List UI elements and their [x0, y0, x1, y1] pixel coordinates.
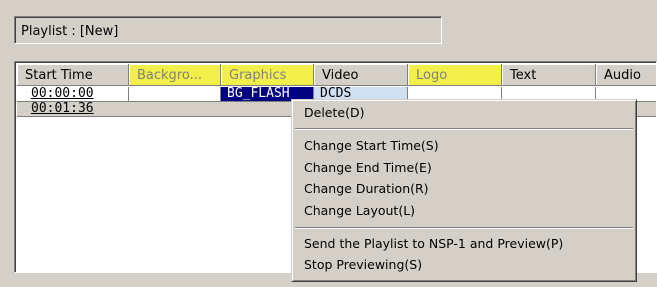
- column-header-text[interactable]: Text: [502, 64, 596, 86]
- menu-item-change-duration[interactable]: Change Duration(R): [304, 180, 429, 198]
- column-header-background[interactable]: Backgro...: [129, 64, 221, 86]
- menu-separator: [295, 227, 633, 229]
- menu-item-change-layout[interactable]: Change Layout(L): [304, 202, 415, 220]
- menu-item-change-end-time[interactable]: Change End Time(E): [304, 159, 432, 177]
- context-menu: Delete(D) Change Start Time(S) Change En…: [291, 99, 637, 282]
- column-header-audio[interactable]: Audio: [596, 64, 656, 86]
- cell-start-time[interactable]: 00:00:00: [17, 87, 129, 102]
- column-header-start-time[interactable]: Start Time: [17, 64, 129, 86]
- playlist-title: Playlist : [New]: [14, 16, 442, 44]
- menu-item-stop-previewing[interactable]: Stop Previewing(S): [304, 256, 422, 274]
- column-header-video[interactable]: Video: [314, 64, 408, 86]
- menu-item-change-start-time[interactable]: Change Start Time(S): [304, 137, 439, 155]
- menu-item-delete[interactable]: Delete(D): [304, 104, 364, 122]
- column-header-logo[interactable]: Logo: [408, 64, 502, 86]
- menu-separator: [295, 128, 633, 130]
- menu-item-send-preview[interactable]: Send the Playlist to NSP-1 and Preview(P…: [304, 235, 563, 253]
- cell-background[interactable]: [129, 87, 221, 102]
- column-header-graphics[interactable]: Graphics: [221, 64, 314, 86]
- grid-header: Start Time Backgro... Graphics Video Log…: [17, 64, 656, 86]
